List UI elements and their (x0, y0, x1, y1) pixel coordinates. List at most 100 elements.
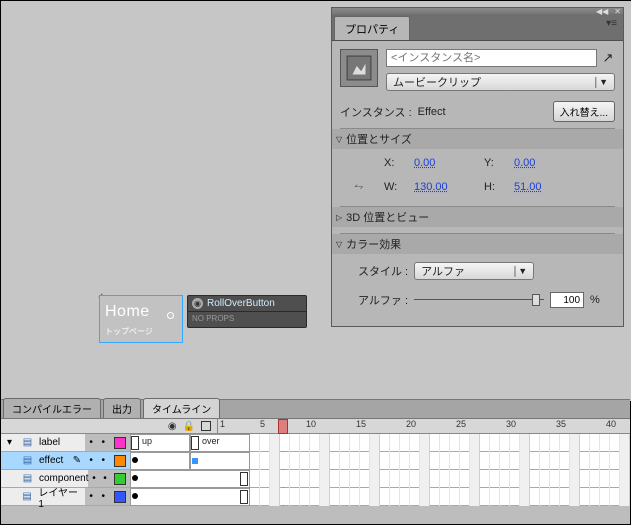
symbol-type-value: ムービークリップ (393, 74, 481, 90)
panel-menu-icon[interactable]: ▾≡ (600, 14, 623, 40)
home-subtext: トップページ (105, 326, 153, 337)
ruler-5: 5 (260, 419, 265, 429)
layer-row-effect: ▤effect✎ •• (1, 452, 630, 470)
instance-of-value: Effect (418, 106, 446, 118)
swap-button[interactable]: 入れ替え... (553, 101, 615, 122)
ruler-30: 30 (506, 419, 516, 429)
layer-icon: ▤ (20, 454, 35, 468)
section-3d[interactable]: ▷ 3D 位置とビュー (332, 207, 623, 227)
layer-row-label: ▾▤label •• up over (1, 434, 630, 452)
percent-label: % (590, 294, 600, 306)
frame-label-flag (131, 436, 139, 450)
edit-symbol-icon[interactable]: ↗ (601, 50, 615, 66)
tab-compile-errors[interactable]: コンパイルエラー (3, 398, 101, 418)
home-circle-icon (167, 312, 174, 319)
disclosure-down-icon: ▽ (336, 240, 342, 249)
ruler-15: 15 (356, 419, 366, 429)
alpha-slider[interactable] (414, 293, 544, 307)
home-text: Home (105, 303, 150, 321)
layer-icon: ▤ (20, 490, 35, 504)
layer-icon: ▤ (20, 436, 35, 450)
disclosure-down-icon: ▽ (336, 135, 342, 144)
bottom-dock: コンパイルエラー 出力 タイムライン ◉ 🔒 1 5 10 15 20 25 3… (1, 399, 630, 524)
style-dropdown[interactable]: アルファ │▼ (414, 262, 534, 280)
frame-label-flag (191, 436, 199, 450)
component-tooltip: ◉ RollOverButton NO PROPS (187, 295, 307, 328)
frames[interactable] (130, 488, 630, 505)
ruler-20: 20 (406, 419, 416, 429)
playhead[interactable] (278, 419, 288, 434)
instance-name-input[interactable] (386, 49, 597, 67)
color-swatch[interactable] (114, 455, 126, 467)
layer-name[interactable]: レイヤー 1 (38, 484, 85, 510)
section-position-size[interactable]: ▽ 位置とサイズ (332, 129, 623, 149)
outline-toggle-icon[interactable] (201, 421, 211, 431)
keyframe[interactable] (132, 493, 138, 499)
style-value: アルファ (421, 263, 465, 279)
slider-thumb[interactable] (532, 294, 540, 306)
layer-name[interactable]: label (39, 437, 60, 448)
instance-label: インスタンス : (340, 104, 412, 120)
layer-rows: ▾▤label •• up over ▤effect✎ •• (1, 434, 630, 506)
color-swatch[interactable] (114, 473, 126, 485)
end-frame (240, 472, 248, 486)
chevron-down-icon: │▼ (513, 266, 528, 276)
layer-header-controls: ◉ 🔒 (1, 419, 218, 434)
layer-icon: ▤ (20, 472, 35, 486)
layer-row-layer1: ▤レイヤー 1 •• (1, 488, 630, 506)
pencil-icon: ✎ (73, 455, 81, 466)
symbol-type-dropdown[interactable]: ムービークリップ │▼ (386, 73, 615, 91)
tab-properties[interactable]: プロパティ (334, 16, 410, 40)
color-swatch[interactable] (114, 437, 126, 449)
y-value[interactable]: 0.00 (514, 157, 584, 169)
component-tooltip-title: RollOverButton (207, 298, 275, 309)
app-root: + Home トップページ ◉ RollOverButton NO PROPS … (1, 1, 630, 524)
frame-ruler[interactable]: 1 5 10 15 20 25 30 35 40 (218, 419, 630, 434)
frames[interactable] (130, 452, 630, 469)
alpha-label: アルファ : (358, 292, 408, 308)
frame-label-up: up (142, 436, 152, 446)
frame-label-over: over (202, 436, 220, 446)
h-value[interactable]: 51.00 (514, 181, 584, 193)
panel-tabs: プロパティ ▾≡ (332, 14, 623, 41)
ruler-25: 25 (456, 419, 466, 429)
tab-timeline[interactable]: タイムライン (143, 398, 220, 418)
section-color-effect[interactable]: ▽ カラー効果 (332, 234, 623, 254)
w-label: W: (384, 181, 414, 193)
ruler-35: 35 (556, 419, 566, 429)
tab-output[interactable]: 出力 (103, 398, 141, 418)
section-pos-label: 位置とサイズ (346, 131, 412, 147)
selected-instance[interactable]: Home トップページ (99, 295, 183, 343)
section-3d-label: 3D 位置とビュー (346, 209, 429, 225)
eye-icon[interactable]: ◉ (168, 421, 177, 432)
frames[interactable] (130, 470, 630, 487)
w-value[interactable]: 130.00 (414, 181, 484, 193)
layer-name[interactable]: component (39, 473, 88, 484)
properties-panel: ◀◀ ✕ プロパティ ▾≡ ↗ ムービークリップ (331, 7, 624, 327)
end-frame (240, 490, 248, 504)
x-value[interactable]: 0.00 (414, 157, 484, 169)
section-color-label: カラー効果 (346, 236, 401, 252)
keyframe[interactable] (132, 457, 138, 463)
lock-icon[interactable]: 🔒 (183, 421, 195, 432)
keyframe[interactable] (132, 475, 138, 481)
instance-thumbnail-icon (340, 49, 378, 87)
y-label: Y: (484, 157, 514, 169)
ruler-10: 10 (306, 419, 316, 429)
color-swatch[interactable] (114, 491, 126, 503)
x-label: X: (384, 157, 414, 169)
frames[interactable]: up over (130, 434, 630, 451)
selected-keyframe[interactable] (192, 458, 198, 464)
bottom-tabs: コンパイルエラー 出力 タイムライン (1, 400, 630, 419)
link-wh-icon[interactable]: ⥊ (354, 179, 370, 194)
chevron-down-icon: │▼ (593, 77, 608, 87)
ruler-40: 40 (606, 419, 616, 429)
layer-name[interactable]: effect (39, 455, 63, 466)
component-icon: ◉ (192, 298, 203, 309)
ruler-1: 1 (220, 419, 225, 429)
h-label: H: (484, 181, 514, 193)
alpha-value-input[interactable] (550, 292, 584, 308)
component-tooltip-sub: NO PROPS (188, 312, 306, 327)
disclosure-right-icon: ▷ (336, 213, 342, 222)
layer-row-component: ▤component •• (1, 470, 630, 488)
